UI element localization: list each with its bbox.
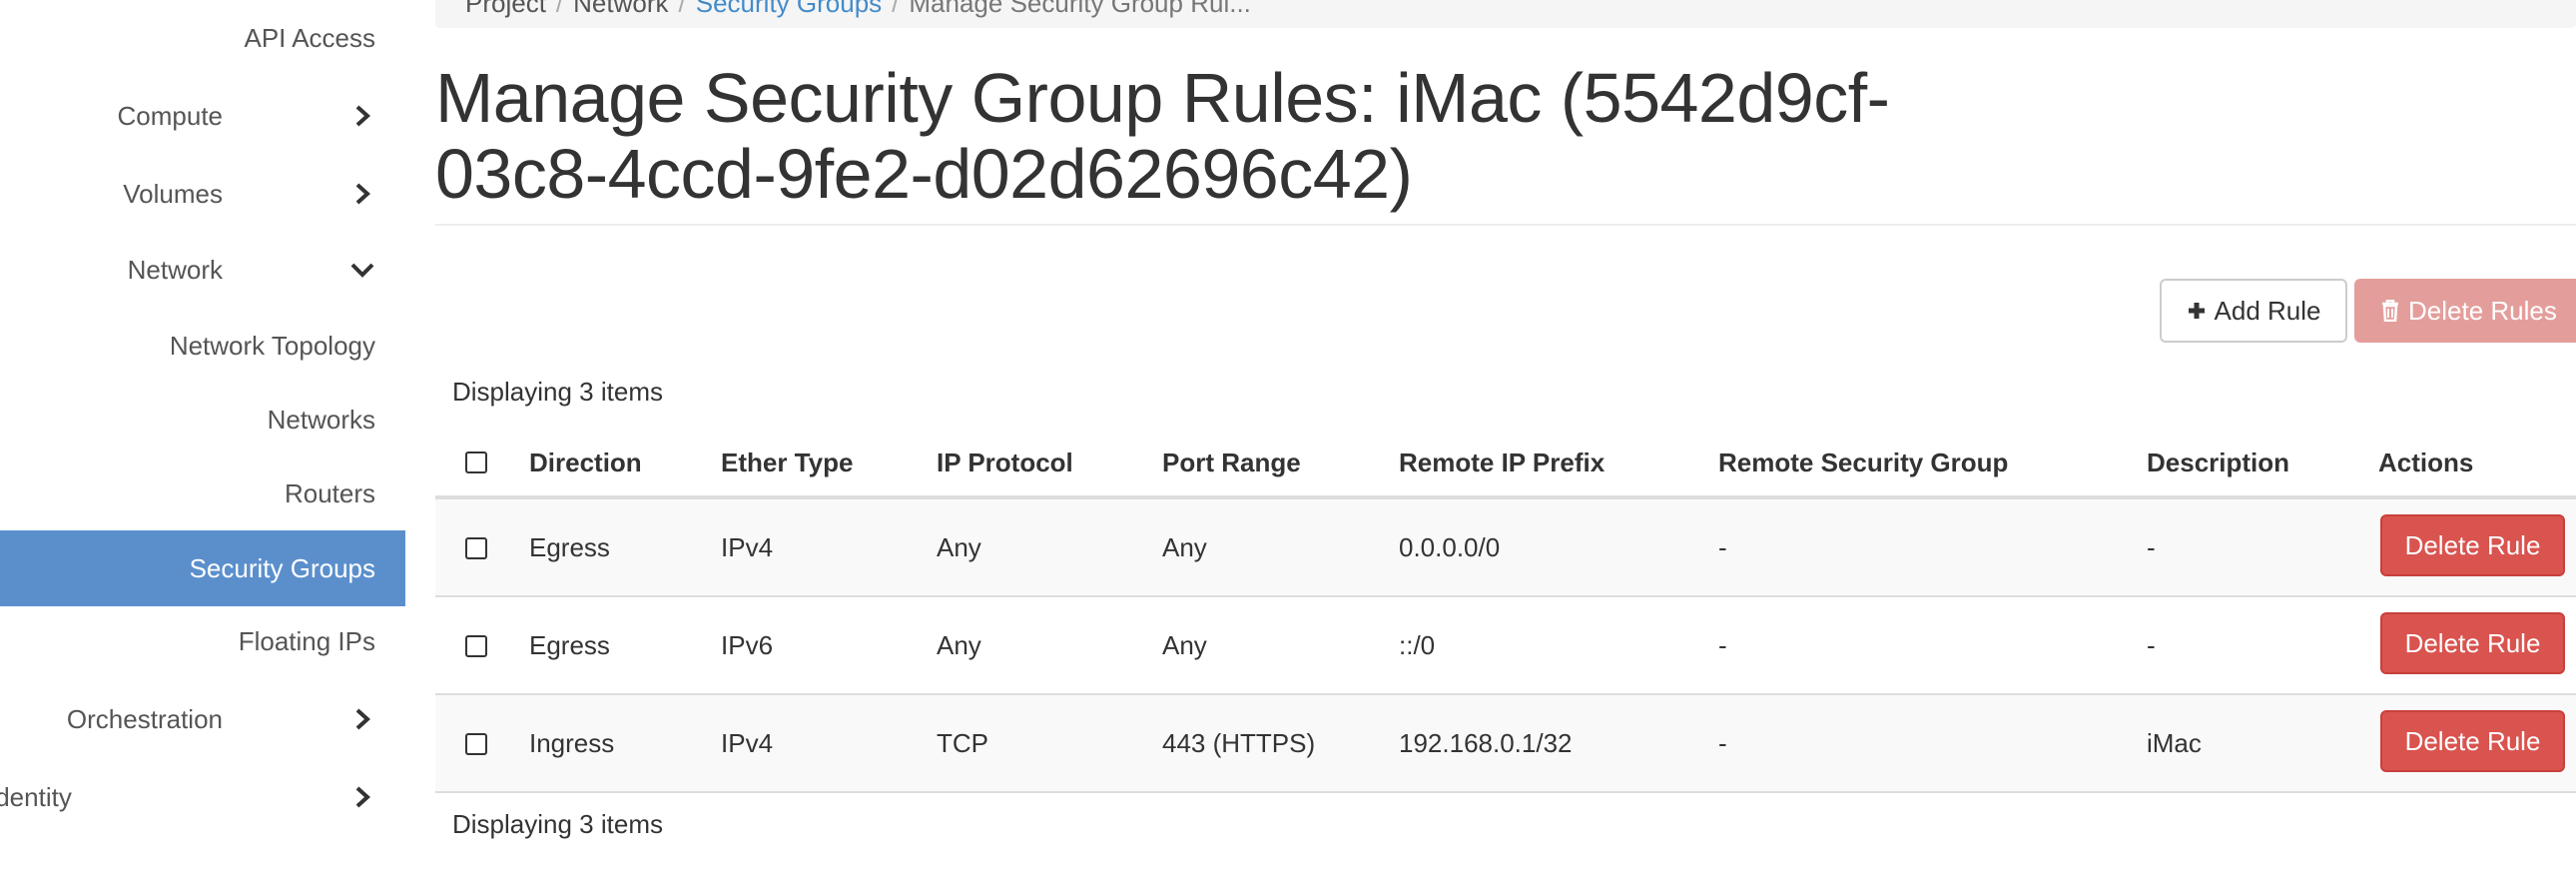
breadcrumb-item-project[interactable]: Project <box>465 0 546 18</box>
sidebar-item-label: Network <box>127 254 223 285</box>
cell-remote-security-group: - <box>1718 532 1727 562</box>
delete-rule-button[interactable]: Delete Rule <box>2380 710 2565 772</box>
item-count-top: Displaying 3 items <box>452 377 663 407</box>
column-header-description[interactable]: Description <box>2147 447 2289 478</box>
row-checkbox[interactable] <box>465 635 487 657</box>
breadcrumb-separator: / <box>678 0 686 18</box>
add-rule-button[interactable]: Add Rule <box>2160 279 2347 343</box>
cell-ether-type: IPv4 <box>721 728 774 758</box>
sidebar-item-label: Floating IPs <box>238 625 375 656</box>
table-row: Ingress IPv4 TCP 443 (HTTPS) 192.168.0.1… <box>435 695 2576 793</box>
sidebar-item-networks[interactable]: Networks <box>0 382 405 457</box>
sidebar-item-api-access[interactable]: API Access <box>0 0 405 76</box>
row-checkbox[interactable] <box>465 537 487 559</box>
chevron-right-icon <box>349 181 375 207</box>
chevron-down-icon <box>349 257 375 283</box>
sidebar-item-security-groups[interactable]: Security Groups <box>0 530 405 606</box>
cell-ether-type: IPv6 <box>721 630 774 660</box>
breadcrumb-item-network[interactable]: Network <box>573 0 668 18</box>
sidebar-item-identity[interactable]: Identity <box>0 759 405 835</box>
add-rule-label: Add Rule <box>2214 295 2321 326</box>
delete-rules-label: Delete Rules <box>2408 295 2557 326</box>
breadcrumb: Project / Network / Security Groups / Manage S… <box>435 0 2576 28</box>
select-all-checkbox[interactable] <box>465 451 487 473</box>
sidebar-item-label: Routers <box>284 477 375 508</box>
sidebar-item-floating-ips[interactable]: Floating IPs <box>0 603 405 679</box>
sidebar-item-label: Orchestration <box>66 703 223 734</box>
page-title: Manage Security Group Rules: iMac (5542d… <box>435 59 1890 213</box>
sidebar-item-routers[interactable]: Routers <box>0 455 405 531</box>
trash-icon <box>2380 300 2400 322</box>
chevron-right-icon <box>349 103 375 129</box>
table-header-row: Direction Ether Type IP Protocol Port Ra… <box>435 432 2576 499</box>
cell-remote-ip-prefix: 0.0.0.0/0 <box>1399 532 1501 562</box>
title-divider <box>435 224 2576 226</box>
column-header-ip-protocol[interactable]: IP Protocol <box>937 447 1073 478</box>
cell-ip-protocol: TCP <box>937 728 988 758</box>
cell-ether-type: IPv4 <box>721 532 774 562</box>
breadcrumb-item-security-groups[interactable]: Security Groups <box>696 0 882 18</box>
column-header-direction[interactable]: Direction <box>529 447 642 478</box>
item-count-bottom: Displaying 3 items <box>452 809 663 839</box>
sidebar-item-label: Compute <box>117 100 224 131</box>
cell-ip-protocol: Any <box>937 532 981 562</box>
chevron-right-icon <box>349 784 375 810</box>
sidebar-item-volumes[interactable]: Volumes <box>0 156 405 232</box>
cell-port-range: Any <box>1162 532 1207 562</box>
sidebar-item-label: Identity <box>0 781 72 812</box>
cell-ip-protocol: Any <box>937 630 981 660</box>
cell-direction: Ingress <box>529 728 615 758</box>
delete-rule-button[interactable]: Delete Rule <box>2380 514 2565 576</box>
chevron-right-icon <box>349 706 375 732</box>
breadcrumb-separator: / <box>555 0 564 18</box>
sidebar-item-label: Security Groups <box>189 552 375 583</box>
column-header-ether-type[interactable]: Ether Type <box>721 447 853 478</box>
cell-direction: Egress <box>529 630 610 660</box>
cell-port-range: 443 (HTTPS) <box>1162 728 1316 758</box>
cell-remote-ip-prefix: 192.168.0.1/32 <box>1399 728 1573 758</box>
column-header-remote-security-group[interactable]: Remote Security Group <box>1718 447 2008 478</box>
cell-description: - <box>2147 532 2156 562</box>
breadcrumb-item-current: Manage Security Group Rul... <box>909 0 1251 18</box>
cell-remote-security-group: - <box>1718 630 1727 660</box>
table-row: Egress IPv4 Any Any 0.0.0.0/0 - - Delete… <box>435 499 2576 597</box>
sidebar-item-label: API Access <box>244 22 376 53</box>
sidebar-item-label: Network Topology <box>169 330 375 361</box>
cell-remote-ip-prefix: ::/0 <box>1399 630 1436 660</box>
cell-port-range: Any <box>1162 630 1207 660</box>
sidebar: API Access Compute Volumes Network Netwo… <box>0 0 405 891</box>
sidebar-item-network[interactable]: Network <box>0 232 405 308</box>
sidebar-item-compute[interactable]: Compute <box>0 78 405 154</box>
column-header-actions: Actions <box>2378 447 2474 477</box>
plus-icon <box>2187 301 2207 321</box>
delete-rule-button[interactable]: Delete Rule <box>2380 612 2565 674</box>
sidebar-item-label: Volumes <box>123 178 223 209</box>
column-header-port-range[interactable]: Port Range <box>1162 447 1301 478</box>
sidebar-item-label: Networks <box>267 404 375 435</box>
cell-remote-security-group: - <box>1718 728 1727 758</box>
table-row: Egress IPv6 Any Any ::/0 - - Delete Rule <box>435 597 2576 695</box>
breadcrumb-separator: / <box>892 0 900 18</box>
cell-description: - <box>2147 630 2156 660</box>
column-header-remote-ip-prefix[interactable]: Remote IP Prefix <box>1399 447 1605 478</box>
cell-description: iMac <box>2147 728 2202 758</box>
row-checkbox[interactable] <box>465 733 487 755</box>
sidebar-item-network-topology[interactable]: Network Topology <box>0 308 405 384</box>
delete-rules-button[interactable]: Delete Rules <box>2354 279 2576 343</box>
cell-direction: Egress <box>529 532 610 562</box>
sidebar-item-orchestration[interactable]: Orchestration <box>0 681 405 757</box>
